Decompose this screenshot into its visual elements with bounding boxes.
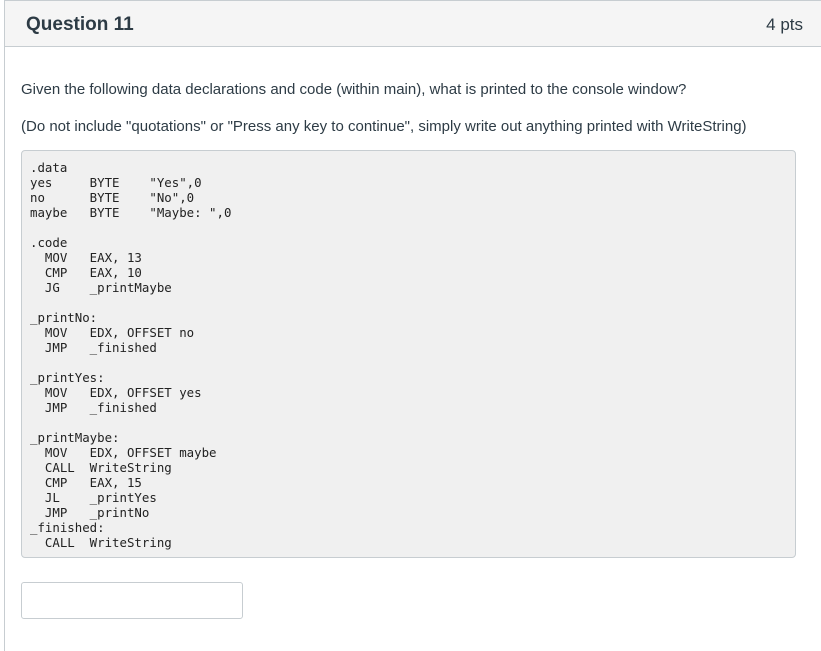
code-line: yes BYTE "Yes",0 — [30, 175, 202, 190]
question-prompt: Given the following data declarations an… — [21, 81, 687, 98]
code-line: no BYTE "No",0 — [30, 190, 195, 205]
code-line: CMP EAX, 10 — [30, 265, 142, 280]
code-line: MOV EDX, OFFSET no — [30, 325, 195, 340]
code-line: JMP _finished — [30, 340, 157, 355]
code-line: _printNo: — [30, 310, 98, 325]
code-block: .data yes BYTE "Yes",0 no BYTE "No",0 ma… — [21, 150, 796, 558]
code-line: _printYes: — [30, 370, 105, 385]
code-line: JG _printMaybe — [30, 280, 172, 295]
code-line: .data — [30, 160, 68, 175]
code-line: maybe BYTE "Maybe: ",0 — [30, 205, 232, 220]
code-line: CALL WriteString — [30, 535, 172, 550]
code-line: JMP _finished — [30, 400, 157, 415]
code-listing: .data yes BYTE "Yes",0 no BYTE "No",0 ma… — [30, 160, 231, 550]
code-line: MOV EDX, OFFSET yes — [30, 385, 202, 400]
code-line: _printMaybe: — [30, 430, 120, 445]
question-instruction: (Do not include "quotations" or "Press a… — [21, 118, 747, 135]
answer-input[interactable] — [21, 582, 243, 619]
question-title: Question 11 — [26, 14, 134, 35]
code-line: MOV EDX, OFFSET maybe — [30, 445, 217, 460]
code-line: MOV EAX, 13 — [30, 250, 142, 265]
code-line: .code — [30, 235, 68, 250]
question-header: Question 11 4 pts — [5, 1, 821, 47]
code-line: CMP EAX, 15 — [30, 475, 142, 490]
code-line: JMP _printNo — [30, 505, 150, 520]
question-points: 4 pts — [766, 15, 803, 34]
code-line: JL _printYes — [30, 490, 157, 505]
code-line: CALL WriteString — [30, 460, 172, 475]
code-line: _finished: — [30, 520, 105, 535]
